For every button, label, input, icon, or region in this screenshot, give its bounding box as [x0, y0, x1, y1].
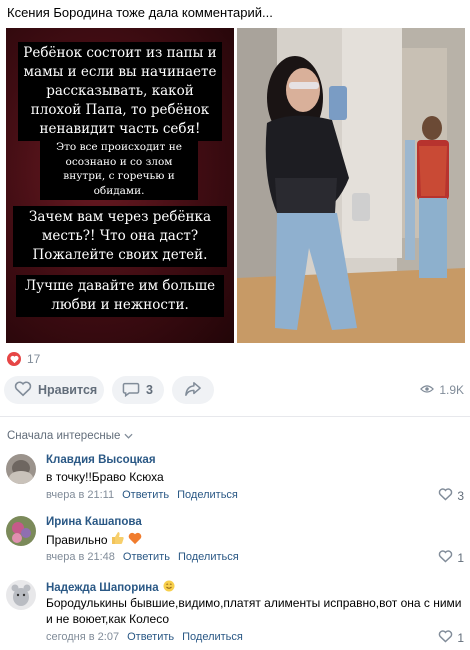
heart-outline-icon — [438, 630, 453, 646]
thumbs-up-icon — [111, 531, 125, 549]
comment-author[interactable]: Надежда Шапорина — [46, 582, 159, 594]
comment-like-count: 3 — [457, 489, 464, 503]
heart-outline-icon — [438, 488, 453, 504]
comment-like-button[interactable]: 1 — [438, 550, 464, 566]
avatar[interactable] — [6, 516, 36, 546]
share-button[interactable] — [172, 376, 214, 404]
post-actions: Нравится 3 — [4, 376, 214, 404]
reply-button[interactable]: Ответить — [127, 631, 174, 643]
comment-text: Правильно — [46, 533, 108, 547]
comment-time[interactable]: вчера в 21:11 — [46, 489, 114, 501]
story-text-block-2: Это все происходит не осознано и со злом… — [40, 138, 198, 200]
story-text-block-4: Лучше давайте им больше любви и нежности… — [16, 275, 224, 317]
post-text: Ксения Бородина тоже дала комментарий... — [7, 5, 273, 20]
comment-meta: вчера в 21:11 Ответить Поделиться — [46, 489, 238, 501]
comment-author[interactable]: Ирина Кашапова — [46, 516, 142, 528]
story-text-block-1: Ребёнок состоит из папы и мамы и если вы… — [18, 42, 222, 141]
comment-like-count: 1 — [457, 551, 464, 565]
comment-item: Клавдия Высоцкая в точку!!Браво Ксюха вч… — [0, 452, 470, 508]
heart-icon — [7, 352, 21, 366]
share-comment-button[interactable]: Поделиться — [178, 551, 239, 563]
comment-text: в точку!!Браво Ксюха — [46, 470, 164, 484]
comment-text: Бородулькины бывшие,видимо,платят алимен… — [46, 596, 462, 626]
comment-like-count: 1 — [457, 631, 464, 645]
comment-meta: сегодня в 2:07 Ответить Поделиться — [46, 631, 243, 643]
smile-emoji-icon — [163, 580, 175, 595]
comments-count: 3 — [146, 383, 153, 397]
comment-like-button[interactable]: 1 — [438, 630, 464, 646]
reply-button[interactable]: Ответить — [122, 489, 169, 501]
comment-meta: вчера в 21:48 Ответить Поделиться — [46, 551, 239, 563]
selfie-illustration — [237, 28, 465, 343]
heart-outline-icon — [438, 550, 453, 566]
divider — [0, 416, 470, 417]
comment-time[interactable]: сегодня в 2:07 — [46, 631, 119, 643]
reply-button[interactable]: Ответить — [123, 551, 170, 563]
chevron-down-icon — [124, 430, 133, 442]
story-image[interactable]: Ребёнок состоит из папы и мамы и если вы… — [6, 28, 234, 343]
share-comment-button[interactable]: Поделиться — [177, 489, 238, 501]
like-label: Нравится — [38, 383, 98, 397]
eye-icon — [420, 383, 435, 397]
comment-button[interactable]: 3 — [112, 376, 164, 404]
avatar[interactable] — [6, 580, 36, 610]
views-counter: 1.9K — [420, 383, 464, 397]
comment-text-row: Правильно — [46, 531, 466, 549]
avatar[interactable] — [6, 454, 36, 484]
comment-author-row: Надежда Шапорина — [46, 580, 175, 595]
comment-sort-dropdown[interactable]: Сначала интересные — [7, 430, 133, 442]
share-comment-button[interactable]: Поделиться — [182, 631, 243, 643]
comment-author[interactable]: Клавдия Высоцкая — [46, 454, 156, 466]
selfie-photo[interactable] — [237, 28, 465, 343]
heart-outline-icon — [14, 380, 32, 400]
heart-emoji-icon — [128, 532, 142, 549]
reactions-summary[interactable]: 17 — [7, 352, 40, 366]
sort-label: Сначала интересные — [7, 430, 121, 442]
share-icon — [184, 381, 202, 400]
views-count: 1.9K — [439, 383, 464, 397]
comment-item: Ирина Кашапова Правильно вчера в 21:48 О… — [0, 514, 470, 570]
likes-count: 17 — [27, 352, 41, 366]
comment-item: Надежда Шапорина Бородулькины бывшие,вид… — [0, 578, 470, 646]
like-button[interactable]: Нравится — [4, 376, 104, 404]
story-text-block-3: Зачем вам через ребёнка месть?! Что она … — [13, 206, 227, 267]
comment-time[interactable]: вчера в 21:48 — [46, 551, 115, 563]
comment-icon — [122, 381, 140, 400]
comment-like-button[interactable]: 3 — [438, 488, 464, 504]
